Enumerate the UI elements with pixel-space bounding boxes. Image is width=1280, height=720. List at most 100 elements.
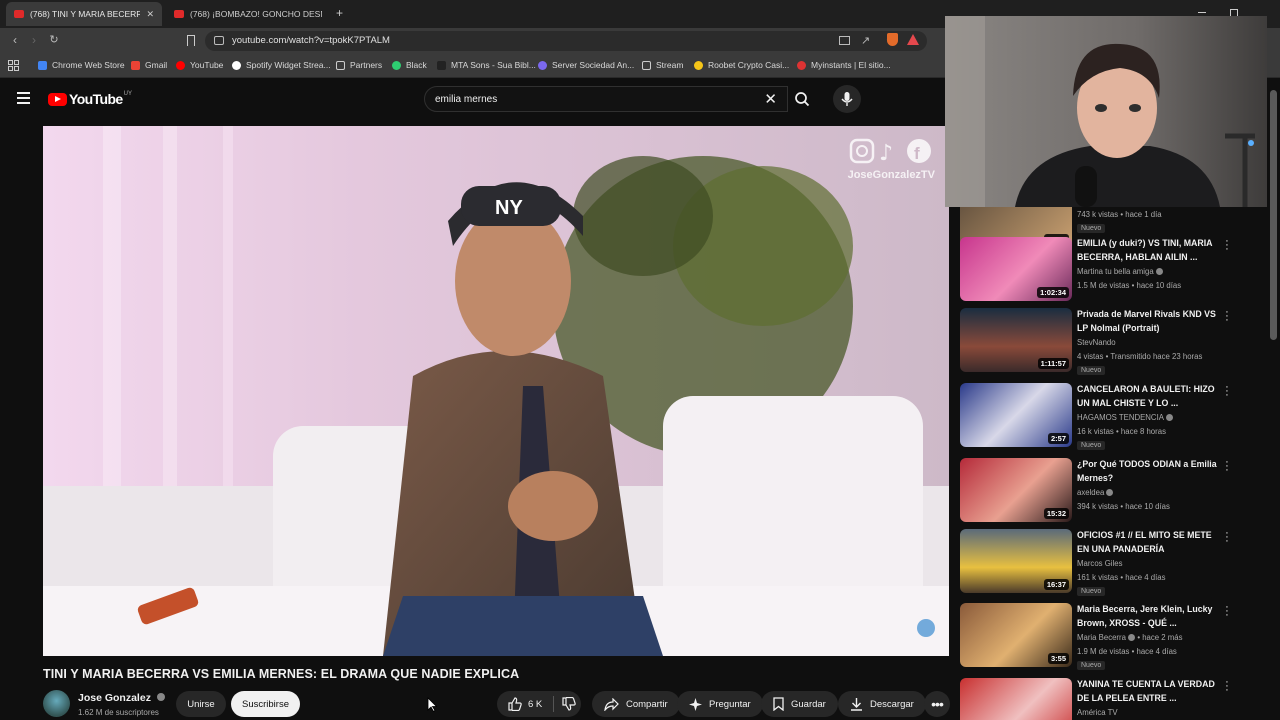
bookmark-item[interactable]: Stream bbox=[642, 60, 683, 70]
search-button[interactable] bbox=[788, 86, 818, 112]
recommendation-item[interactable]: 15:32 ¿Por Qué TODOS ODIAN a Emilia Mern… bbox=[960, 457, 1250, 524]
apps-grid-icon[interactable] bbox=[8, 60, 19, 71]
share-button[interactable]: Compartir bbox=[592, 691, 680, 717]
brave-shield-icon[interactable] bbox=[887, 33, 898, 46]
more-options-icon[interactable]: · · · bbox=[1224, 382, 1230, 401]
reload-icon[interactable]: ↻ bbox=[47, 33, 61, 46]
channel-name[interactable]: Martina tu bella amiga bbox=[1077, 267, 1163, 276]
recommendation-item[interactable]: 16:37 OFICIOS #1 // EL MITO SE METE EN U… bbox=[960, 528, 1250, 596]
thumbnail-image bbox=[960, 678, 1072, 720]
channel-name[interactable]: América TV bbox=[1077, 708, 1118, 717]
myinstants-icon bbox=[797, 60, 806, 70]
video-thumbnail[interactable]: 2:57 bbox=[960, 383, 1072, 447]
search-input[interactable]: emilia mernes ✕ bbox=[424, 86, 788, 112]
more-options-icon[interactable]: · · · bbox=[1224, 236, 1230, 255]
channel-name[interactable]: Maria Becerra • hace 2 más bbox=[1077, 633, 1183, 642]
webcam-overlay bbox=[945, 16, 1267, 207]
site-settings-icon[interactable] bbox=[214, 36, 224, 45]
address-bar[interactable]: youtube.com/watch?v=tpokK7PTALM ↗ ☆ bbox=[205, 31, 927, 51]
bookmark-item[interactable]: YouTube bbox=[176, 60, 223, 70]
channel-avatar[interactable] bbox=[43, 690, 70, 717]
sparkle-icon bbox=[689, 697, 702, 711]
video-meta: 161 k vistas • hace 4 días bbox=[1077, 573, 1166, 582]
thumbs-up-icon bbox=[508, 697, 522, 711]
rewards-icon[interactable] bbox=[907, 34, 919, 45]
like-button[interactable]: 6 K bbox=[507, 697, 542, 711]
new-badge: Nuevo bbox=[1077, 441, 1106, 450]
search-icon bbox=[795, 92, 810, 107]
channel-name[interactable]: Jose Gonzalez bbox=[78, 692, 165, 704]
bookmark-item[interactable]: Myinstants | El sitio... bbox=[797, 60, 891, 70]
save-button[interactable]: Guardar bbox=[761, 691, 838, 717]
recommendation-item[interactable]: 1:02:34 EMILIA (y duki?) VS TINI, MARIA … bbox=[960, 236, 1250, 303]
recommendation-item[interactable]: 2:57 CANCELARON A BAULETI: HIZO UN MAL C… bbox=[960, 382, 1250, 450]
video-player[interactable]: NY ♪ f JoseGonzalezTV bbox=[43, 126, 949, 656]
bookmark-item[interactable]: Spotify Widget Strea... bbox=[232, 60, 331, 70]
page-scrollbar[interactable] bbox=[1270, 90, 1277, 340]
video-thumbnail[interactable]: 1:11:57 bbox=[960, 308, 1072, 372]
microphone-icon bbox=[841, 92, 853, 106]
ask-button[interactable]: Preguntar bbox=[677, 691, 763, 717]
recommendation-item[interactable]: 1:11:57 Privada de Marvel Rivals KND VS … bbox=[960, 307, 1250, 375]
more-options-icon[interactable]: · · · bbox=[1224, 457, 1230, 476]
video-thumbnail[interactable] bbox=[960, 678, 1072, 720]
video-thumbnail[interactable]: 1:02:34 bbox=[960, 237, 1072, 301]
more-actions-button[interactable]: ••• bbox=[924, 691, 950, 717]
menu-icon[interactable] bbox=[17, 92, 30, 107]
video-meta: 743 k vistas • hace 1 día bbox=[1077, 210, 1162, 219]
bookmark-item[interactable]: MTA Sons - Sua Bibl... bbox=[437, 60, 536, 70]
bookmark-page-icon[interactable] bbox=[187, 35, 195, 46]
subscribe-button[interactable]: Suscribirse bbox=[231, 691, 300, 717]
video-title[interactable]: OFICIOS #1 // EL MITO SE METE EN UNA PAN… bbox=[1077, 529, 1217, 556]
video-thumbnail[interactable]: 3:55 bbox=[960, 603, 1072, 667]
minimize-icon[interactable] bbox=[1198, 12, 1206, 13]
thumbs-down-icon[interactable] bbox=[561, 697, 576, 711]
more-options-icon[interactable]: · · · bbox=[1224, 677, 1230, 696]
video-thumbnail[interactable]: 15:32 bbox=[960, 458, 1072, 522]
divider bbox=[553, 696, 555, 712]
browser-tab-active[interactable]: (768) TINI Y MARIA BECERRA ✕ bbox=[6, 2, 162, 26]
youtube-header: YouTube UY emilia mernes ✕ bbox=[0, 79, 945, 119]
video-thumbnail[interactable]: 16:37 bbox=[960, 529, 1072, 593]
new-tab-icon[interactable]: + bbox=[336, 6, 343, 20]
recommendation-item[interactable]: 3:55 Maria Becerra, Jere Klein, Lucky Br… bbox=[960, 602, 1250, 670]
bookmark-item[interactable]: Partners bbox=[336, 60, 382, 70]
more-options-icon[interactable]: · · · bbox=[1224, 307, 1230, 326]
video-title[interactable]: YANINA TE CUENTA LA VERDAD DE LA PELEA E… bbox=[1077, 678, 1217, 705]
bookmark-item[interactable]: Server Sociedad An... bbox=[538, 60, 634, 70]
bookmark-item[interactable]: Chrome Web Store bbox=[38, 60, 125, 70]
more-options-icon[interactable]: · · · bbox=[1224, 602, 1230, 621]
video-duration: 1:02:34 bbox=[1037, 287, 1069, 298]
video-title[interactable]: CANCELARON A BAULETI: HIZO UN MAL CHISTE… bbox=[1077, 383, 1217, 410]
back-icon[interactable]: ‹ bbox=[8, 33, 22, 47]
bookmark-item[interactable]: Gmail bbox=[131, 60, 167, 70]
more-options-icon[interactable]: · · · bbox=[1224, 528, 1230, 547]
video-meta: 16 k vistas • hace 8 horas bbox=[1077, 427, 1166, 436]
channel-name[interactable]: StevNando bbox=[1077, 338, 1116, 347]
logo-region: UY bbox=[123, 91, 132, 97]
video-frame: NY ♪ f bbox=[43, 126, 949, 656]
video-duration: 2:57 bbox=[1047, 433, 1069, 444]
channel-name[interactable]: Marcos Giles bbox=[1077, 559, 1123, 568]
share-icon[interactable]: ↗ bbox=[861, 34, 870, 47]
video-title[interactable]: ¿Por Qué TODOS ODIAN a Emilia Mernes? bbox=[1077, 458, 1217, 485]
bookmark-item[interactable]: Black bbox=[392, 60, 427, 70]
voice-search-button[interactable] bbox=[833, 85, 861, 113]
clear-search-icon[interactable]: ✕ bbox=[764, 90, 777, 108]
video-title[interactable]: Maria Becerra, Jere Klein, Lucky Brown, … bbox=[1077, 603, 1217, 630]
join-button[interactable]: Unirse bbox=[176, 691, 226, 717]
bookmark-item[interactable]: Roobet Crypto Casi... bbox=[694, 60, 789, 70]
video-title[interactable]: EMILIA (y duki?) VS TINI, MARIA BECERRA,… bbox=[1077, 237, 1217, 264]
browser-tab[interactable]: (768) ¡BOMBAZO! GONCHO DESMIN bbox=[166, 2, 330, 26]
youtube-logo[interactable]: YouTube UY bbox=[48, 91, 132, 107]
close-tab-icon[interactable]: ✕ bbox=[146, 9, 154, 20]
download-button[interactable]: Descargar bbox=[838, 691, 926, 717]
channel-name[interactable]: HAGAMOS TENDENCIA bbox=[1077, 413, 1173, 422]
forward-icon[interactable]: › bbox=[27, 33, 41, 47]
recommendation-item[interactable]: YANINA TE CUENTA LA VERDAD DE LA PELEA E… bbox=[960, 677, 1250, 720]
channel-name[interactable]: axeldea bbox=[1077, 488, 1114, 497]
roobet-icon bbox=[694, 60, 703, 70]
subscriber-count: 1.62 M de suscriptores bbox=[78, 708, 159, 717]
video-title[interactable]: Privada de Marvel Rivals KND VS LP Nolma… bbox=[1077, 308, 1217, 335]
cast-icon[interactable] bbox=[839, 36, 850, 45]
